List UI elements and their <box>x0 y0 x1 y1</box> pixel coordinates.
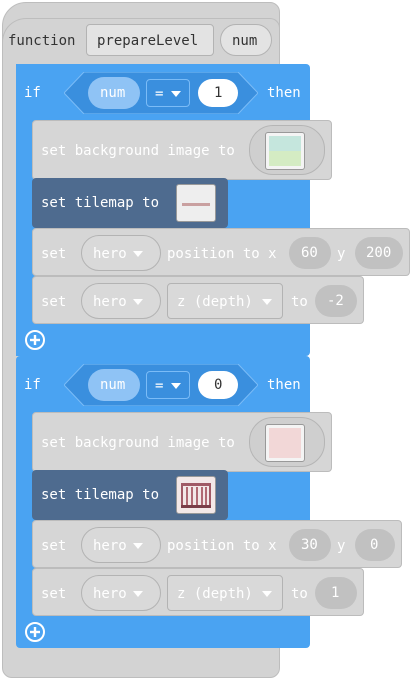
compare-left-label: num <box>100 85 126 101</box>
param-label: num <box>232 33 258 49</box>
y-label: y <box>337 246 346 262</box>
set-bg-label: set background image to <box>41 143 235 159</box>
image-thumbnail-fill <box>269 136 301 166</box>
sprite-label: hero <box>93 294 127 310</box>
x-value[interactable]: 30 <box>289 529 331 561</box>
then-keyword: then <box>267 85 301 101</box>
position-label: position to x <box>167 538 277 554</box>
chevron-down-icon <box>171 383 181 389</box>
set-tilemap-block[interactable]: set tilemap to <box>32 178 228 228</box>
set-bg-label: set background image to <box>41 435 235 451</box>
x-value-label: 60 <box>301 245 318 261</box>
set-z-block[interactable]: set hero z (depth) to -2 <box>32 276 364 324</box>
compare-right-value[interactable]: 0 <box>198 371 238 399</box>
set-background-image-block[interactable]: set background image to <box>32 412 332 472</box>
z-value[interactable]: 1 <box>315 577 357 609</box>
sprite-dropdown[interactable]: hero <box>81 283 161 319</box>
z-value-label: 1 <box>331 585 340 601</box>
compare-op-dropdown[interactable]: = <box>146 79 190 107</box>
set-z-block[interactable]: set hero z (depth) to 1 <box>32 568 364 616</box>
image-slot[interactable] <box>249 417 325 467</box>
compare-left-num[interactable]: num <box>88 77 140 109</box>
add-else-button[interactable] <box>24 621 46 643</box>
chevron-down-icon <box>171 91 181 97</box>
z-value[interactable]: -2 <box>315 285 357 317</box>
y-value-label: 0 <box>370 537 379 553</box>
sprite-dropdown[interactable]: hero <box>81 527 161 563</box>
function-param-num[interactable]: num <box>220 24 272 56</box>
x-value-label: 30 <box>301 537 318 553</box>
image-thumbnail[interactable] <box>265 132 305 170</box>
compare-right-label: 0 <box>214 377 223 393</box>
chevron-down-icon <box>133 591 143 597</box>
sprite-dropdown[interactable]: hero <box>81 235 161 271</box>
set-label: set <box>41 538 67 554</box>
if-keyword: if <box>24 85 41 101</box>
chevron-down-icon <box>133 251 143 257</box>
property-label: z (depth) <box>177 586 253 602</box>
chevron-down-icon <box>133 543 143 549</box>
plus-circle-icon <box>25 330 45 350</box>
x-value[interactable]: 60 <box>289 237 331 269</box>
property-label: z (depth) <box>177 294 253 310</box>
compare-op-label: = <box>155 378 164 394</box>
tilemap-thumbnail-strip <box>182 203 210 206</box>
set-tilemap-block[interactable]: set tilemap to <box>32 470 228 520</box>
function-keyword: function <box>8 33 76 49</box>
sprite-dropdown[interactable]: hero <box>81 575 161 611</box>
to-label: to <box>291 294 308 310</box>
image-thumbnail[interactable] <box>265 424 305 462</box>
compare-right-label: 1 <box>214 85 223 101</box>
property-dropdown[interactable]: z (depth) <box>167 283 283 319</box>
sprite-label: hero <box>93 246 127 262</box>
chevron-down-icon <box>262 591 272 597</box>
set-position-block[interactable]: set hero position to x 60 y 200 <box>32 228 410 276</box>
image-slot[interactable] <box>249 125 325 175</box>
y-value[interactable]: 0 <box>355 529 395 561</box>
function-name: prepareLevel <box>97 33 199 49</box>
to-label: to <box>291 586 308 602</box>
chevron-down-icon <box>133 299 143 305</box>
tilemap-thumbnail[interactable] <box>176 476 216 514</box>
compare-left-num[interactable]: num <box>88 369 140 401</box>
z-value-label: -2 <box>327 293 344 309</box>
chevron-down-icon <box>262 299 272 305</box>
set-label: set <box>41 294 67 310</box>
set-tilemap-label: set tilemap to <box>41 487 160 503</box>
tilemap-pattern-icon <box>181 483 211 508</box>
set-position-block[interactable]: set hero position to x 30 y 0 <box>32 520 402 568</box>
set-background-image-block[interactable]: set background image to <box>32 120 332 180</box>
set-label: set <box>41 586 67 602</box>
function-name-field[interactable]: prepareLevel <box>86 24 214 56</box>
set-label: set <box>41 246 67 262</box>
y-label: y <box>337 538 346 554</box>
compare-op-dropdown[interactable]: = <box>146 371 190 399</box>
sprite-label: hero <box>93 538 127 554</box>
y-value-label: 200 <box>366 245 392 261</box>
then-keyword: then <box>267 377 301 393</box>
add-else-button[interactable] <box>24 329 46 351</box>
image-thumbnail-fill <box>269 428 301 458</box>
sprite-label: hero <box>93 586 127 602</box>
compare-op-label: = <box>155 86 164 102</box>
tilemap-thumbnail[interactable] <box>176 184 216 222</box>
compare-left-label: num <box>100 377 126 393</box>
position-label: position to x <box>167 246 277 262</box>
property-dropdown[interactable]: z (depth) <box>167 575 283 611</box>
compare-right-value[interactable]: 1 <box>198 79 238 107</box>
set-tilemap-label: set tilemap to <box>41 195 160 211</box>
plus-circle-icon <box>25 622 45 642</box>
if-keyword: if <box>24 377 41 393</box>
y-value[interactable]: 200 <box>355 237 403 269</box>
